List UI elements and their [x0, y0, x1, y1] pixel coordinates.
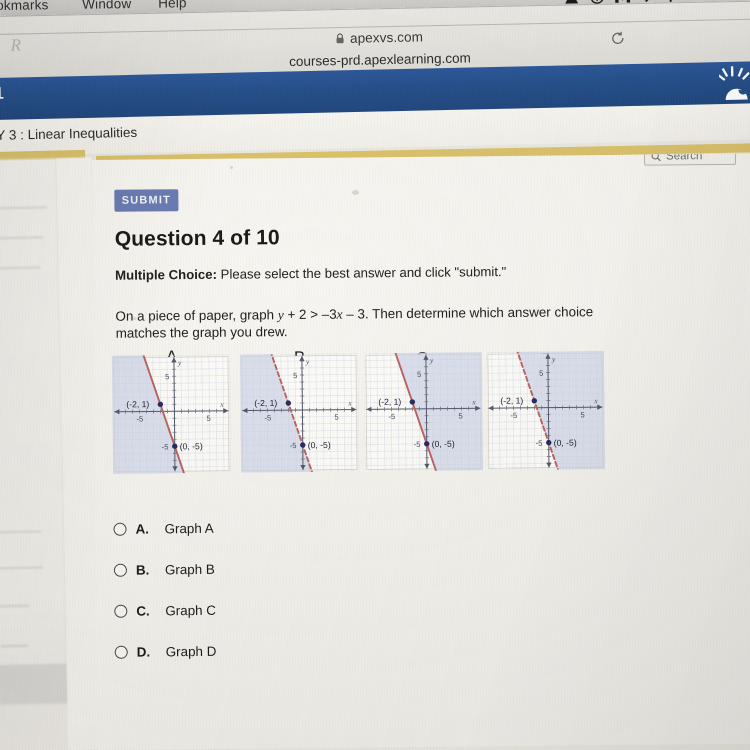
radio-button-c[interactable] [114, 604, 128, 618]
nav-divider [0, 645, 29, 647]
choice-text-c: Graph C [165, 602, 217, 619]
svg-text:-5: -5 [290, 441, 297, 450]
svg-text:5: 5 [334, 413, 338, 422]
svg-text:5: 5 [206, 414, 210, 423]
choice-text-b: Graph B [164, 561, 215, 578]
svg-text:5: 5 [539, 369, 543, 378]
choice-letter-a: A. [135, 521, 150, 537]
nav-divider [0, 530, 42, 533]
graph-option-c[interactable]: (-2, 1) (0, -5) -5 5 5 -5 y x [363, 352, 483, 472]
question-content-panel: Search SUBMIT Question 4 of 10 Multiple … [92, 153, 750, 750]
choice-text-a: Graph A [164, 520, 214, 537]
nav-divider [0, 605, 30, 607]
reload-icon[interactable] [611, 31, 624, 45]
choice-letter-d: D. [136, 644, 151, 660]
breadcrumb[interactable]: ITY 3 : Linear Inequalities [0, 125, 137, 143]
menu-item-bookmarks[interactable]: okmarks [0, 0, 49, 13]
svg-text:(0, -5): (0, -5) [308, 440, 331, 450]
graph-option-b[interactable]: (-2, 1) (0, -5) -5 5 5 -5 y x [239, 353, 360, 473]
answer-choice-a[interactable]: A. Graph A [113, 520, 214, 537]
nav-divider [0, 206, 48, 209]
answer-choice-b[interactable]: B. Graph B [113, 561, 215, 578]
nav-divider [0, 566, 43, 569]
choice-text-d: Graph D [165, 643, 217, 660]
question-prompt: On a piece of paper, graph y + 2 > –3x –… [115, 303, 615, 342]
svg-text:(-2, 1): (-2, 1) [500, 395, 523, 405]
svg-text:(-2, 1): (-2, 1) [126, 399, 149, 409]
graph-option-d[interactable]: (-2, 1) (0, -5) -5 5 5 -5 y x [485, 351, 605, 471]
svg-text:5: 5 [580, 410, 584, 419]
search-icon [651, 153, 661, 162]
url-text: apexvs.com [349, 29, 424, 46]
svg-text:(0, -5): (0, -5) [554, 438, 577, 448]
svg-text:5: 5 [165, 372, 169, 381]
nav-footer [0, 663, 68, 705]
svg-text:-5: -5 [136, 415, 143, 424]
svg-text:-5: -5 [388, 412, 395, 421]
svg-text:-5: -5 [536, 439, 543, 448]
lock-icon [336, 33, 345, 44]
svg-text:(0, -5): (0, -5) [432, 439, 455, 449]
svg-text:(0, -5): (0, -5) [180, 441, 203, 451]
svg-text:-5: -5 [264, 413, 271, 422]
page-title: Question 4 of 10 [114, 226, 280, 251]
svg-text:-5: -5 [414, 440, 421, 449]
radio-button-b[interactable] [113, 563, 128, 577]
svg-text:5: 5 [458, 411, 462, 420]
svg-text:-5: -5 [510, 411, 517, 420]
search-input[interactable]: Search [643, 153, 737, 166]
search-placeholder: Search [665, 153, 703, 162]
svg-text:(-2, 1): (-2, 1) [378, 397, 401, 407]
submit-button[interactable]: SUBMIT [114, 189, 179, 212]
prompt-part-1: On a piece of paper, graph [115, 307, 278, 324]
question-instruction: Please select the best answer and click … [216, 264, 507, 282]
prompt-part-2: + 2 > –3 [283, 306, 337, 323]
answer-choice-d[interactable]: D. Graph D [114, 643, 217, 660]
menu-item-help[interactable]: Help [158, 0, 187, 11]
app-header-number: 1 [0, 83, 5, 103]
svg-text:5: 5 [293, 371, 297, 380]
question-type-label: Multiple Choice: [115, 266, 218, 283]
apex-sunburst-logo[interactable] [716, 65, 750, 102]
choice-letter-b: B. [135, 562, 150, 578]
radio-button-d[interactable] [114, 645, 128, 659]
graph-option-a[interactable]: (-2, 1) (0, -5) -5 5 5 -5 y x [111, 354, 232, 474]
menu-item-window[interactable]: Window [82, 0, 131, 12]
choice-letter-c: C. [136, 603, 150, 619]
svg-text:-5: -5 [162, 442, 169, 451]
svg-text:(-2, 1): (-2, 1) [254, 398, 277, 408]
svg-text:5: 5 [417, 370, 421, 379]
radio-button-a[interactable] [113, 522, 127, 536]
answer-choice-c[interactable]: C. Graph C [114, 603, 216, 619]
question-type-line: Multiple Choice: Please select the best … [115, 264, 506, 283]
nav-divider [0, 236, 44, 239]
nav-divider [0, 266, 41, 269]
